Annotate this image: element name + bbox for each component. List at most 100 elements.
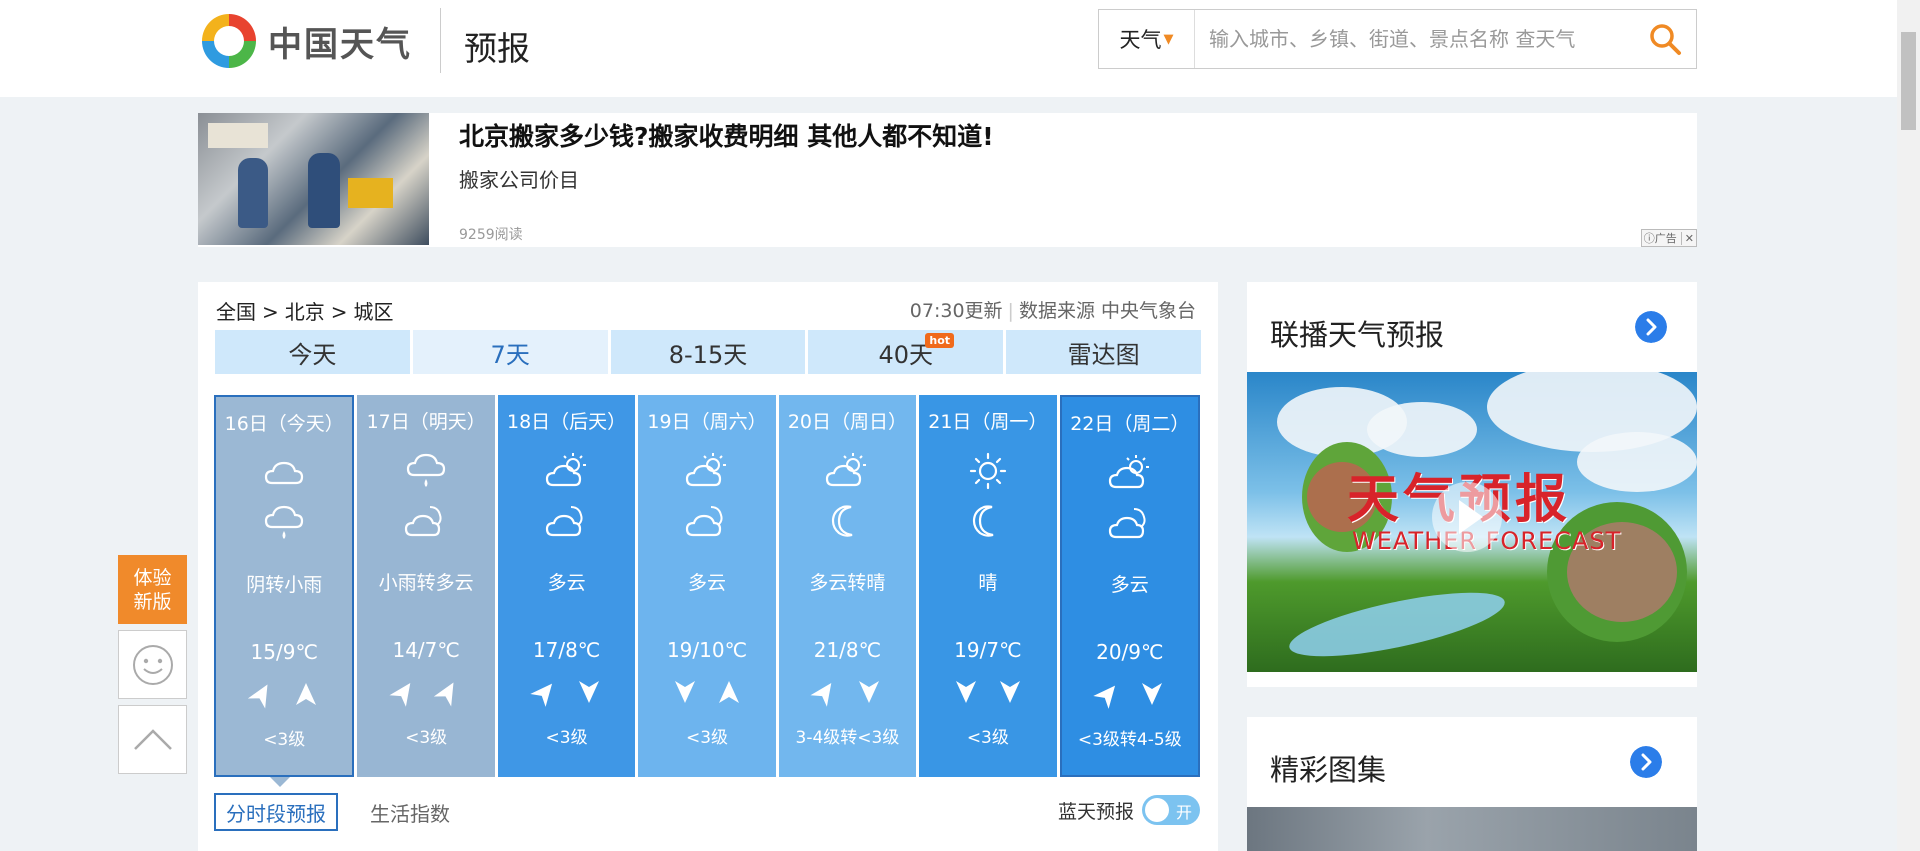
wind-directions xyxy=(357,679,494,707)
wind-directions xyxy=(498,679,635,707)
breadcrumb-city[interactable]: 北京 xyxy=(285,300,325,324)
tab-radar[interactable]: 雷达图 xyxy=(1006,330,1201,374)
wind-direction-icon xyxy=(859,681,880,703)
play-icon[interactable] xyxy=(1432,482,1502,552)
chevron-right-icon[interactable] xyxy=(1635,311,1667,343)
wind-direction-icon xyxy=(433,682,454,707)
update-separator: | xyxy=(1007,300,1014,322)
gallery-image[interactable] xyxy=(1247,807,1697,851)
temperature-range: 14/7℃ xyxy=(392,638,460,662)
weather-description: 晴 xyxy=(978,572,998,594)
logo-text[interactable]: 中国天气 xyxy=(268,17,412,66)
sunny-icon xyxy=(969,452,1006,490)
day-forecast-item[interactable]: 20日（周日） 多云转晴 21/8℃ 3-4级转<3级 xyxy=(778,395,917,777)
wind-direction-icon xyxy=(810,682,832,707)
wind-directions xyxy=(1062,681,1198,709)
ad-badge-label: 广告 xyxy=(1654,232,1677,245)
day-date: 19日（周六） xyxy=(647,411,767,433)
site-logo[interactable] xyxy=(198,10,260,72)
search-icon[interactable] xyxy=(1648,22,1682,56)
ad-image[interactable] xyxy=(198,113,429,245)
wind-level: <3级 xyxy=(966,728,1009,748)
partly-cloudy-night-icon xyxy=(405,506,442,537)
day-forecast-item[interactable]: 16日（今天） 阴转小雨 15/9℃ <3级 xyxy=(214,395,355,777)
clear-night-icon xyxy=(972,505,994,537)
search-type-label: 天气 xyxy=(1119,28,1162,52)
ad-banner[interactable]: 北京搬家多少钱?搬家收费明细 其他人都不知道! 搬家公司价目 9259阅读 ⓘ … xyxy=(198,113,1697,247)
partly-cloudy-icon xyxy=(545,453,586,487)
broadcast-title[interactable]: 联播天气预报 xyxy=(1270,312,1444,354)
wind-level: <3级转4-5级 xyxy=(1077,730,1182,750)
forecast-card: 全国 > 北京 > 城区 07:30更新 | 数据来源 中央气象台 今天 7天 8-15天 … xyxy=(198,282,1218,851)
subtab-hourly[interactable]: 分时段预报 xyxy=(214,793,338,831)
wind-direction-icon xyxy=(999,681,1020,703)
page-scrollbar[interactable] xyxy=(1897,0,1920,851)
tab-40-day[interactable]: 40天 hot xyxy=(808,330,1004,374)
day-forecast-item[interactable]: 17日（明天） 小雨转多云 14/7℃ <3级 xyxy=(357,395,495,777)
weather-description: 多云 xyxy=(547,572,586,594)
weather-description: 阴转小雨 xyxy=(246,574,323,596)
wind-directions xyxy=(638,679,775,705)
light-rain-icon xyxy=(265,505,304,539)
wind-directions xyxy=(216,681,352,709)
wind-direction-icon xyxy=(675,681,695,703)
tab-8-15-day[interactable]: 8-15天 xyxy=(610,330,806,374)
day-date: 20日（周日） xyxy=(787,411,908,433)
breadcrumb-country[interactable]: 全国 xyxy=(216,300,256,324)
wind-level: <3级 xyxy=(263,730,306,750)
new-version-label: 体验新版 xyxy=(133,566,172,613)
tab-7-day[interactable]: 7天 xyxy=(412,330,608,374)
day-forecast-item[interactable]: 22日（周二） 多云 20/9℃ <3级转4-5级 xyxy=(1059,395,1201,777)
wind-level: <3级 xyxy=(545,728,588,748)
toggle-label: 开 xyxy=(1175,803,1192,822)
tab-label: 今天 xyxy=(288,340,337,369)
temperature-range: 15/9℃ xyxy=(250,640,318,664)
wind-direction-icon xyxy=(719,681,739,703)
wind-direction-icon xyxy=(296,683,317,705)
hot-badge: hot xyxy=(925,333,955,348)
tab-label: 7天 xyxy=(490,340,530,369)
subtab-life-index[interactable]: 生活指数 xyxy=(360,793,460,831)
day-forecast-item[interactable]: 21日（周一） 晴 19/7℃ <3级 xyxy=(919,395,1057,777)
ad-title[interactable]: 北京搬家多少钱?搬家收费明细 其他人都不知道! xyxy=(459,117,994,153)
day-date: 16日（今天） xyxy=(224,413,344,435)
bluesky-forecast: 蓝天预报 开 xyxy=(1058,795,1200,825)
wind-directions xyxy=(779,679,916,707)
weather-description: 小雨转多云 xyxy=(378,572,474,594)
gallery-title[interactable]: 精彩图集 xyxy=(1270,747,1386,789)
search-box: 天气 ▼ xyxy=(1098,9,1697,69)
scrollbar-thumb[interactable] xyxy=(1901,32,1916,130)
wind-directions xyxy=(919,679,1056,705)
tab-today[interactable]: 今天 xyxy=(215,330,410,374)
new-version-button[interactable]: 体验新版 xyxy=(118,555,187,624)
temperature-range: 17/8℃ xyxy=(532,638,601,662)
day-date: 21日（周一） xyxy=(928,411,1048,433)
day-date: 22日（周二） xyxy=(1070,413,1190,435)
weather-description: 多云转晴 xyxy=(809,572,886,594)
chevron-right-icon[interactable] xyxy=(1630,746,1662,778)
feedback-button[interactable] xyxy=(118,630,187,699)
partly-cloudy-icon xyxy=(1108,455,1149,489)
ad-read-count: 9259阅读 xyxy=(459,227,523,243)
bluesky-toggle[interactable]: 开 xyxy=(1142,795,1200,825)
back-to-top-button[interactable] xyxy=(118,705,187,774)
search-input[interactable] xyxy=(1209,22,1629,56)
partly-cloudy-icon xyxy=(826,453,867,487)
day-forecast-item[interactable]: 18日（后天） 多云 17/8℃ <3级 xyxy=(497,395,636,777)
search-type-dropdown[interactable]: 天气 ▼ xyxy=(1099,10,1195,68)
smiley-icon xyxy=(132,644,173,685)
selected-day-pointer xyxy=(270,777,290,787)
breadcrumb: 全国 > 北京 > 城区 xyxy=(216,296,394,325)
wind-direction-icon xyxy=(529,683,552,707)
broadcast-video[interactable]: 天气预报 WEATHER FORECAST xyxy=(1247,372,1697,672)
ad-close-icon[interactable]: ✕ xyxy=(1680,231,1694,245)
wind-level: <3级 xyxy=(685,728,729,748)
breadcrumb-district: 城区 xyxy=(353,300,394,324)
toggle-knob xyxy=(1145,798,1169,822)
chevron-up-icon xyxy=(133,728,172,750)
partly-cloudy-night-icon xyxy=(545,506,583,537)
day-date: 18日（后天） xyxy=(506,411,627,433)
temperature-range: 19/10℃ xyxy=(666,638,748,662)
day-forecast-item[interactable]: 19日（周六） 多云 19/10℃ <3级 xyxy=(638,395,776,777)
ad-info-icon[interactable]: ⓘ xyxy=(1644,230,1655,246)
